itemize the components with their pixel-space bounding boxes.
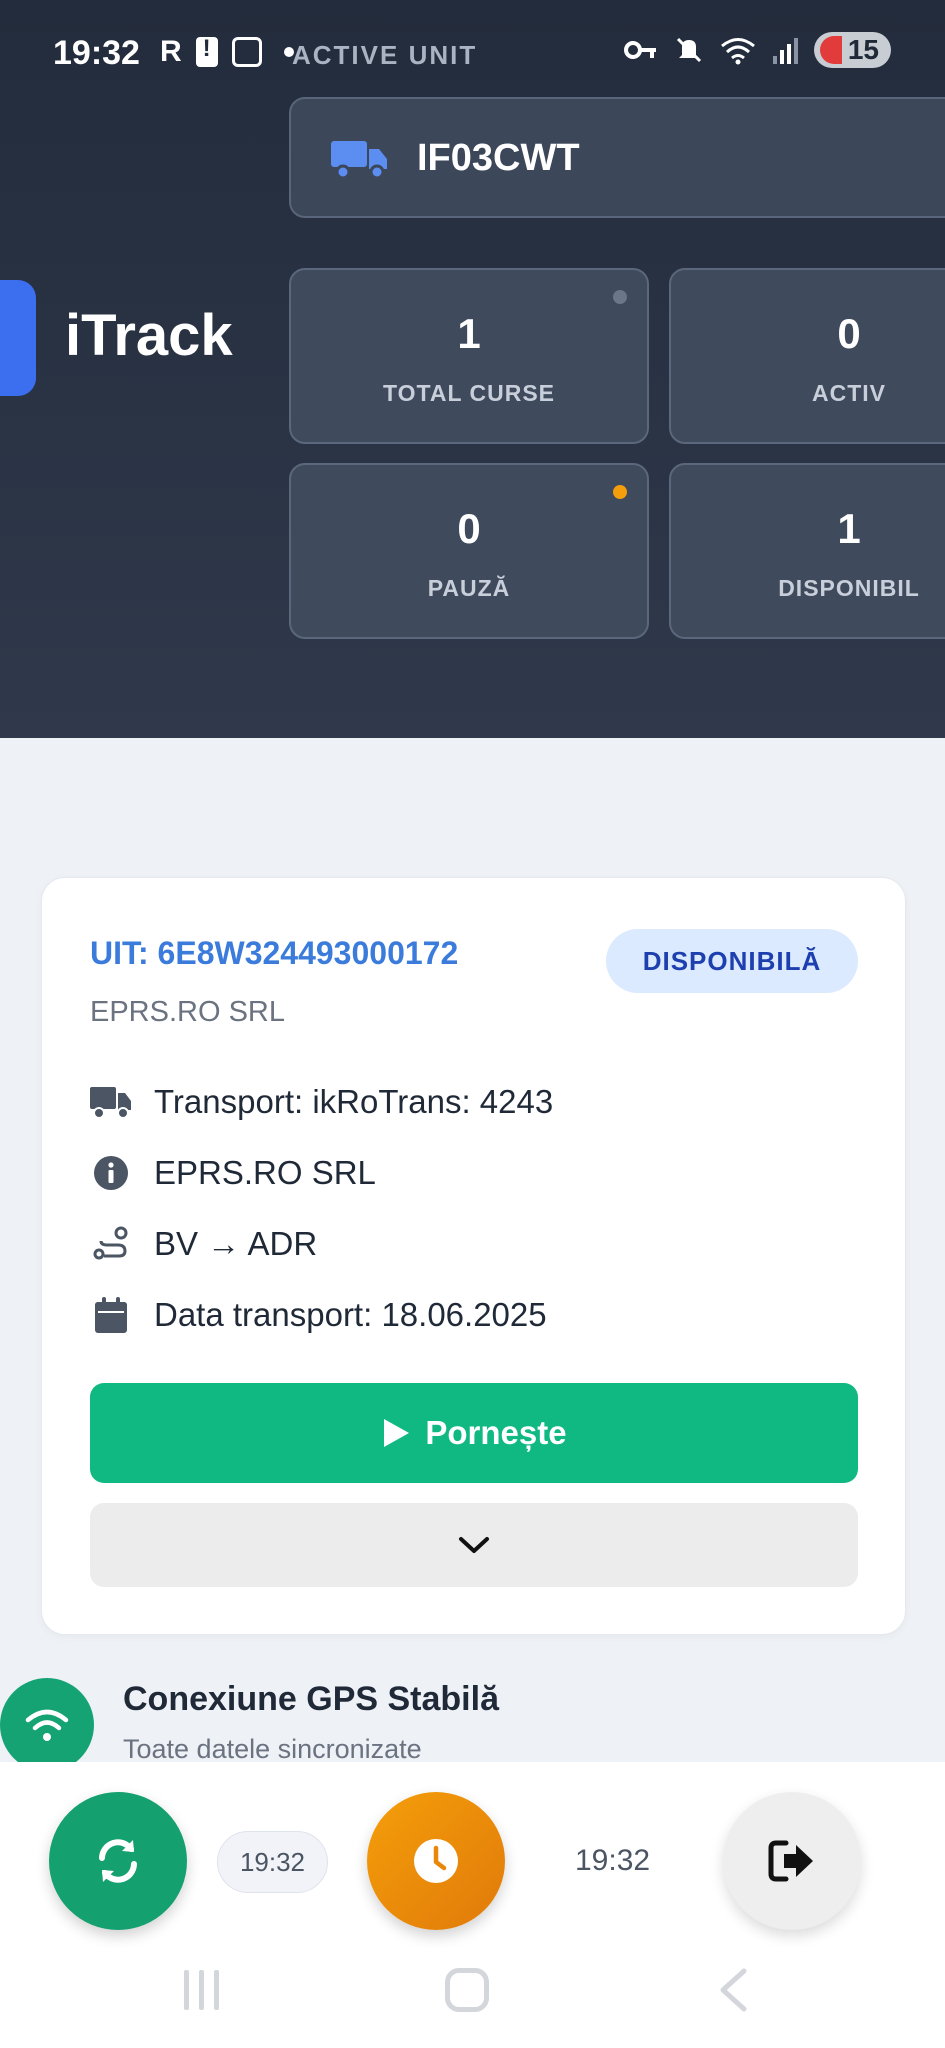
sync-icon bbox=[99, 1839, 137, 1883]
vehicle-card[interactable]: IF03CWT bbox=[289, 97, 945, 218]
screenshot-icon bbox=[231, 37, 262, 67]
start-button-label: Pornește bbox=[425, 1414, 567, 1451]
home-nav-button[interactable] bbox=[445, 1968, 489, 2012]
alert-icon bbox=[195, 35, 218, 67]
carrier-icon: R bbox=[160, 35, 182, 68]
truck-icon bbox=[90, 1081, 132, 1123]
play-icon bbox=[384, 1419, 410, 1447]
stat-label: DISPONIBIL bbox=[778, 575, 920, 601]
battery-icon: 15 bbox=[813, 32, 891, 68]
clock-button[interactable] bbox=[367, 1792, 505, 1930]
vehicle-plate: IF03CWT bbox=[417, 137, 580, 179]
recents-bar bbox=[199, 1970, 204, 2010]
calendar-icon bbox=[90, 1294, 132, 1336]
recents-nav-button[interactable] bbox=[184, 1970, 219, 2010]
header: 19:32 R ACTIVE UNIT bbox=[0, 0, 945, 738]
stat-disponibil: 1 DISPONIBIL bbox=[669, 463, 945, 639]
stat-pauza: 0 PAUZĂ bbox=[289, 463, 649, 639]
status-badge: DISPONIBILĂ bbox=[606, 929, 858, 993]
wifi-icon bbox=[720, 38, 755, 65]
detail-company: EPRS.RO SRL bbox=[90, 1152, 376, 1194]
stat-label: PAUZĂ bbox=[427, 575, 511, 601]
detail-text: Transport: ikRoTrans: 4243 bbox=[154, 1083, 554, 1120]
status-icons-left: R bbox=[160, 34, 294, 70]
chevron-down-icon bbox=[459, 1537, 489, 1553]
trip-card: UIT: 6E8W324493000172 DISPONIBILĂ EPRS.R… bbox=[41, 877, 906, 1635]
stat-activ: 0 ACTIV bbox=[669, 268, 945, 444]
stat-total-curse: 1 TOTAL CURSE bbox=[289, 268, 649, 444]
gps-status-icon-wrap bbox=[0, 1678, 94, 1772]
detail-transport: Transport: ikRoTrans: 4243 bbox=[90, 1081, 553, 1123]
stat-value: 0 bbox=[457, 505, 481, 552]
mute-icon bbox=[676, 37, 701, 63]
current-time: 19:32 bbox=[575, 1844, 651, 1877]
recents-bar bbox=[214, 1970, 219, 2010]
sync-button[interactable] bbox=[49, 1792, 187, 1930]
clock-icon bbox=[414, 1839, 458, 1883]
system-nav-bar bbox=[0, 1940, 945, 2048]
truck-icon bbox=[331, 141, 387, 179]
detail-route: BV → ADR bbox=[90, 1223, 317, 1265]
signal-icon bbox=[772, 38, 798, 64]
gps-status-title: Conexiune GPS Stabilă bbox=[123, 1680, 499, 1718]
trip-company: EPRS.RO SRL bbox=[90, 996, 285, 1028]
status-bar: 19:32 R ACTIVE UNIT bbox=[0, 0, 945, 106]
vpn-key-icon bbox=[623, 41, 656, 59]
detail-text: EPRS.RO SRL bbox=[154, 1154, 376, 1191]
detail-text: BV → ADR bbox=[154, 1225, 318, 1262]
stat-indicator-dot bbox=[613, 485, 627, 499]
stat-value: 0 bbox=[837, 310, 861, 357]
detail-text: Data transport: 18.06.2025 bbox=[154, 1296, 547, 1333]
start-button[interactable]: Pornește bbox=[90, 1383, 858, 1483]
gps-status-subtitle: Toate datele sincronizate bbox=[123, 1734, 422, 1764]
trip-uit: UIT: 6E8W324493000172 bbox=[90, 935, 459, 971]
wifi-icon bbox=[25, 1709, 69, 1741]
info-icon bbox=[90, 1152, 132, 1194]
detail-date: Data transport: 18.06.2025 bbox=[90, 1294, 547, 1336]
brand-title: iTrack bbox=[65, 303, 233, 368]
app-logo bbox=[0, 280, 36, 396]
stat-label: TOTAL CURSE bbox=[382, 380, 555, 406]
recents-bar bbox=[184, 1970, 189, 2010]
logout-icon bbox=[768, 1840, 813, 1882]
back-nav-icon[interactable] bbox=[718, 1968, 748, 2012]
stat-indicator-dot bbox=[613, 290, 627, 304]
expand-button[interactable] bbox=[90, 1503, 858, 1587]
status-icons-right: 15 bbox=[623, 32, 891, 68]
status-time: 19:32 bbox=[53, 34, 140, 72]
logout-button[interactable] bbox=[723, 1792, 861, 1930]
last-sync-time: 19:32 bbox=[217, 1831, 328, 1893]
stat-value: 1 bbox=[457, 310, 481, 357]
active-unit-label: ACTIVE UNIT bbox=[292, 40, 478, 70]
route-icon bbox=[90, 1223, 132, 1265]
stat-label: ACTIV bbox=[812, 380, 886, 406]
stat-value: 1 bbox=[837, 505, 861, 552]
